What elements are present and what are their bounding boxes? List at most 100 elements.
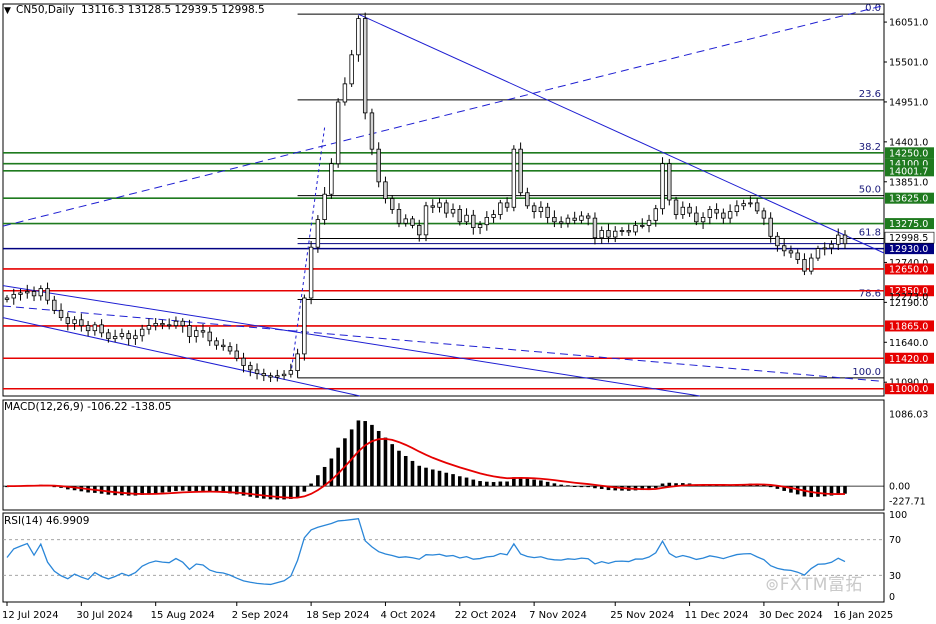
macd-tick-label: -227.71: [889, 497, 926, 508]
candle-body: [45, 288, 50, 301]
macd-bar: [370, 424, 374, 487]
candle-body: [748, 202, 753, 205]
candle-body: [85, 325, 91, 332]
candle-body: [308, 246, 314, 299]
candle-body: [214, 340, 219, 346]
candle-body: [349, 54, 354, 85]
candle-body: [633, 225, 638, 233]
chart-background: [0, 0, 936, 624]
macd-bar: [485, 481, 489, 487]
macd-bar: [505, 481, 509, 487]
candle-body: [700, 217, 706, 223]
watermark-text: FXTM富拓: [779, 575, 863, 595]
support-price-label: 11000.0: [889, 384, 928, 395]
candle-body: [234, 350, 239, 359]
candle-body: [836, 234, 841, 245]
macd-bar: [167, 486, 171, 492]
candle-body: [329, 163, 334, 195]
candle-body: [518, 148, 523, 194]
candle-body: [707, 209, 713, 218]
macd-bar: [268, 486, 273, 500]
symbol-label: CN50,Daily: [16, 4, 74, 16]
macd-bar: [160, 486, 165, 493]
candle-body: [288, 370, 294, 375]
candle-body: [626, 230, 631, 233]
candle-body: [261, 373, 267, 377]
candle-body: [660, 163, 665, 210]
macd-bar: [491, 482, 496, 487]
time-tick-label: 25 Nov 2024: [610, 610, 674, 621]
candle-body: [754, 202, 760, 212]
price-tick-label: 14951.0: [889, 97, 928, 108]
macd-bar: [201, 486, 205, 491]
candle-body: [268, 375, 273, 378]
price-tick-label: 14401.0: [889, 137, 928, 148]
macd-bar: [559, 484, 563, 487]
time-tick-label: 11 Dec 2024: [685, 610, 749, 621]
candle-body: [761, 210, 767, 219]
candle-body: [322, 193, 327, 221]
price-tick-label: 11640.0: [889, 338, 928, 349]
macd-bar: [322, 466, 327, 487]
macd-bar: [424, 467, 428, 487]
macd-bar: [593, 486, 597, 489]
price-chart: 0.023.638.250.061.878.6100.0 16051.01550…: [0, 0, 936, 624]
macd-bar: [451, 474, 455, 487]
time-tick-label: 22 Oct 2024: [455, 610, 517, 621]
candle-body: [606, 230, 611, 238]
candle-body: [248, 365, 253, 371]
macd-bar: [430, 469, 435, 487]
candle-body: [613, 230, 618, 238]
macd-bar: [579, 486, 584, 488]
candle-body: [619, 230, 625, 232]
macd-bar: [545, 481, 550, 487]
watermark: ⊚FXTM富拓: [765, 570, 863, 595]
macd-bar: [768, 486, 773, 488]
macd-bar: [822, 486, 827, 497]
macd-bar: [457, 476, 462, 487]
price-tick-label: 13851.0: [889, 177, 928, 188]
candle-body: [734, 205, 740, 213]
candle-body: [768, 217, 773, 237]
support-price-label: 11420.0: [889, 354, 928, 365]
candle-body: [498, 202, 503, 215]
macd-bar: [316, 475, 320, 487]
candle-body: [667, 163, 672, 201]
macd-bar: [417, 465, 422, 487]
fib-level-label: 61.8: [859, 227, 881, 238]
fib-level-label: 23.6: [859, 89, 881, 100]
time-tick-label: 16 Jan 2025: [833, 610, 893, 621]
resistance-price-label: 14001.7: [889, 166, 928, 177]
candle-body: [72, 319, 77, 324]
candle-body: [112, 336, 118, 340]
candle-body: [572, 217, 577, 221]
candle-body: [477, 224, 483, 228]
candle-body: [552, 217, 557, 223]
candle-body: [146, 325, 152, 330]
candle-body: [585, 215, 591, 219]
macd-bar: [120, 486, 124, 496]
resistance-price-label: 13625.0: [889, 194, 928, 205]
time-tick-label: 12 Jul 2024: [2, 610, 59, 621]
macd-bar: [586, 486, 590, 488]
candle-body: [531, 205, 537, 213]
candle-body: [437, 202, 442, 208]
time-tick-label: 30 Jul 2024: [76, 610, 133, 621]
watermark-logo-icon: ⊚: [765, 575, 780, 595]
resistance-price-label: 14250.0: [889, 148, 928, 159]
candle-body: [504, 202, 510, 208]
candle-body: [775, 235, 780, 247]
candle-body: [788, 250, 794, 254]
macd-bar: [255, 486, 259, 498]
candle-body: [200, 330, 206, 333]
candle-body: [383, 181, 388, 199]
time-tick-label: 4 Oct 2024: [380, 610, 435, 621]
candle-body: [714, 209, 719, 214]
macd-bar: [572, 485, 577, 487]
candle-body: [221, 344, 226, 348]
macd-bar: [653, 486, 658, 488]
candle-body: [410, 218, 415, 226]
chart-header: ▼ CN50,Daily 13116.3 13128.5 12939.5 129…: [4, 4, 265, 16]
macd-bar: [660, 483, 665, 487]
macd-bar: [309, 483, 313, 487]
